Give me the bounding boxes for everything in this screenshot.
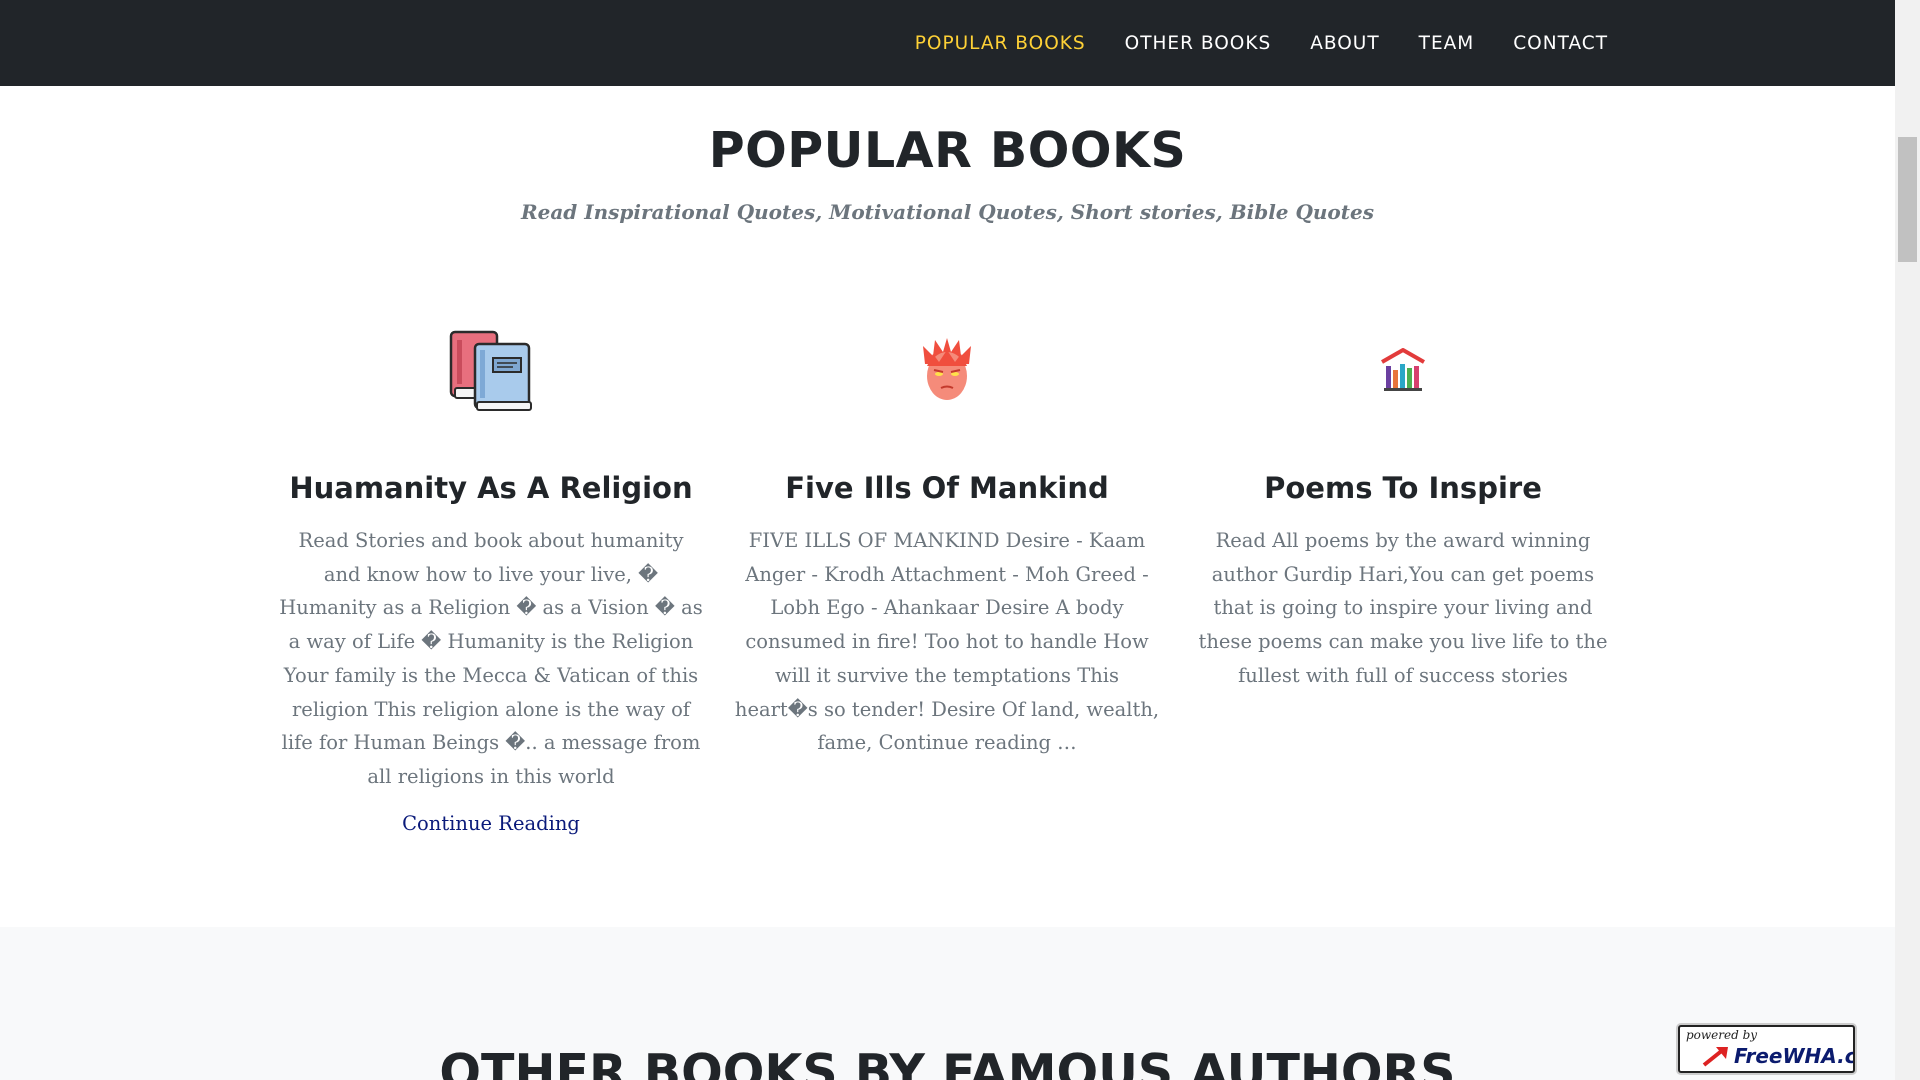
page-scrollbar[interactable] [1895, 0, 1920, 1080]
continue-reading-link[interactable]: Continue Reading [402, 812, 580, 835]
navbar: POPULAR BOOKS OTHER BOOKS ABOUT TEAM CON… [0, 0, 1895, 86]
book-title: Poems To Inspire [1264, 471, 1542, 505]
book-card-humanity: Huamanity As A Religion Read Stories and… [276, 320, 706, 835]
badge-small-text: powered by [1686, 1028, 1758, 1042]
other-books-heading: OTHER BOOKS BY FAMOUS AUTHORS [439, 1044, 1456, 1080]
section-heading: POPULAR BOOKS [708, 122, 1187, 179]
badge-brand-text: FreeWHA.com [1734, 1044, 1853, 1068]
nav-link-about[interactable]: ABOUT [1310, 33, 1379, 54]
books-icon [276, 320, 706, 420]
book-card-five-ills: Five Ills Of Mankind FIVE ILLS OF MANKIN… [732, 320, 1162, 760]
arrow-icon [1702, 1047, 1728, 1067]
nav-link-other-books[interactable]: OTHER BOOKS [1125, 33, 1272, 54]
nav-link-team[interactable]: TEAM [1419, 33, 1475, 54]
book-description: FIVE ILLS OF MANKIND Desire - Kaam Anger… [734, 529, 1160, 755]
powered-by-badge[interactable]: powered by FreeWHA.com [1678, 1025, 1855, 1073]
nav-link-contact[interactable]: CONTACT [1513, 33, 1608, 54]
scrollbar-thumb[interactable] [1898, 137, 1917, 262]
angry-face-icon [732, 320, 1162, 420]
page: POPULAR BOOKS OTHER BOOKS ABOUT TEAM CON… [0, 0, 1920, 1080]
section-subheading: Read Inspirational Quotes, Motivational … [521, 200, 1374, 224]
book-card-poems: Poems To Inspire Read All poems by the a… [1188, 320, 1618, 693]
book-description: Read All poems by the award winning auth… [1198, 529, 1608, 687]
book-description: Read Stories and book about humanity and… [279, 529, 703, 788]
nav-link-popular-books[interactable]: POPULAR BOOKS [915, 33, 1086, 54]
book-title: Five Ills Of Mankind [785, 471, 1109, 505]
nav-links: POPULAR BOOKS OTHER BOOKS ABOUT TEAM CON… [915, 0, 1608, 86]
library-icon [1188, 320, 1618, 420]
book-title: Huamanity As A Religion [289, 471, 693, 505]
other-books-section: OTHER BOOKS BY FAMOUS AUTHORS [0, 927, 1895, 1080]
